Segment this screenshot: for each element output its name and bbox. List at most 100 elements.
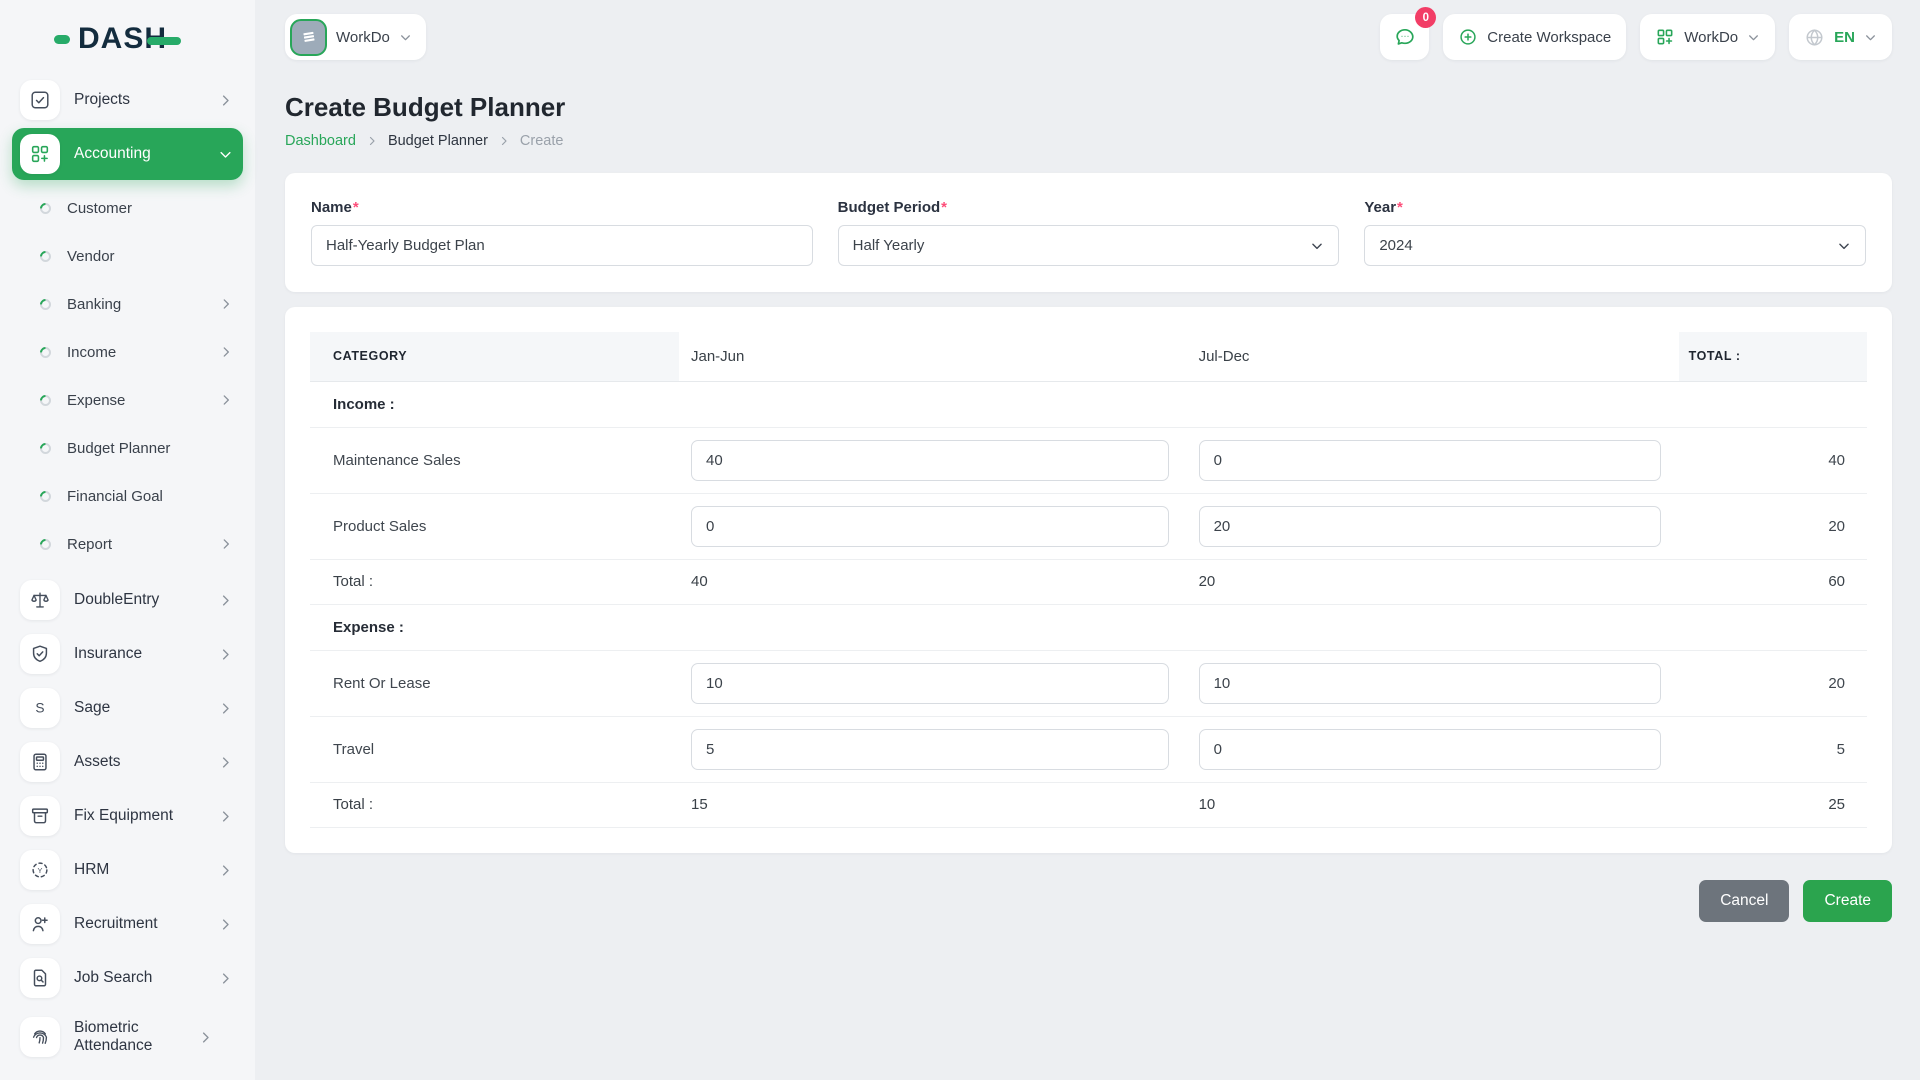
sidebar-item-label: Recruitment bbox=[74, 915, 204, 933]
sidebar-item-label: Assets bbox=[74, 753, 204, 771]
sidebar-item-report[interactable]: Report bbox=[10, 520, 245, 568]
logo-text: DASH bbox=[78, 24, 167, 54]
product-sales-jan-jun-input[interactable] bbox=[691, 506, 1169, 547]
sidebar-item-label: Banking bbox=[67, 296, 121, 313]
sidebar-item-insurance[interactable]: Insurance bbox=[12, 628, 243, 680]
create-workspace-button[interactable]: Create Workspace bbox=[1443, 14, 1626, 60]
globe-icon bbox=[1804, 27, 1825, 48]
budget-table: CATEGORY Jan-Jun Jul-Dec TOTAL : Income … bbox=[310, 332, 1867, 828]
bullet-icon bbox=[38, 392, 54, 408]
sidebar-item-sage[interactable]: S Sage bbox=[12, 682, 243, 734]
language-selector[interactable]: EN bbox=[1789, 14, 1892, 60]
sidebar-item-assets[interactable]: Assets bbox=[12, 736, 243, 788]
chevron-right-icon bbox=[219, 537, 233, 551]
income-total-overall: 60 bbox=[1679, 559, 1867, 604]
sidebar-item-financial-goal[interactable]: Financial Goal bbox=[10, 472, 245, 520]
chevron-right-icon bbox=[219, 393, 233, 407]
product-sales-jul-dec-input[interactable] bbox=[1199, 506, 1661, 547]
breadcrumb: Dashboard Budget Planner Create bbox=[285, 133, 1892, 149]
workspace-name: WorkDo bbox=[336, 29, 390, 46]
chevron-right-icon bbox=[218, 647, 233, 662]
rent-or-lease-jan-jun-input[interactable] bbox=[691, 663, 1169, 704]
sidebar-item-fix-equipment[interactable]: Fix Equipment bbox=[12, 790, 243, 842]
budget-form-card: Name* Budget Period* Half Yearly Year* 2… bbox=[285, 173, 1892, 292]
sidebar-item-hrm[interactable]: Y HRM bbox=[12, 844, 243, 896]
sidebar-item-vendor[interactable]: Vendor bbox=[10, 232, 245, 280]
svg-text:S: S bbox=[35, 701, 44, 716]
expense-total-row: Total : 15 10 25 bbox=[310, 782, 1867, 827]
apps-menu-button[interactable]: WorkDo bbox=[1640, 14, 1775, 60]
chevron-right-icon bbox=[218, 93, 233, 108]
row-category-label: Product Sales bbox=[310, 493, 679, 559]
sidebar-item-label: DoubleEntry bbox=[74, 591, 204, 609]
expense-total-overall: 25 bbox=[1679, 782, 1867, 827]
workspace-switcher[interactable]: WorkDo bbox=[285, 14, 426, 60]
circle-plus-icon bbox=[1458, 27, 1478, 47]
sidebar-item-label: Fix Equipment bbox=[74, 807, 204, 825]
checkbox-icon bbox=[20, 80, 60, 120]
bullet-icon bbox=[38, 440, 54, 456]
total-row-label: Total : bbox=[310, 782, 679, 827]
breadcrumb-dashboard[interactable]: Dashboard bbox=[285, 133, 356, 149]
sidebar-item-recruitment[interactable]: Recruitment bbox=[12, 898, 243, 950]
sidebar-item-job-search[interactable]: Job Search bbox=[12, 952, 243, 1004]
bullet-icon bbox=[38, 296, 54, 312]
row-total-value: 40 bbox=[1679, 427, 1867, 493]
cancel-button[interactable]: Cancel bbox=[1699, 880, 1789, 922]
column-header-total: TOTAL : bbox=[1679, 332, 1867, 381]
grid-plus-icon bbox=[1655, 27, 1675, 47]
rent-or-lease-jul-dec-input[interactable] bbox=[1199, 663, 1661, 704]
breadcrumb-budget-planner[interactable]: Budget Planner bbox=[388, 133, 488, 149]
chevron-down-icon bbox=[1310, 239, 1324, 253]
year-select[interactable]: 2024 bbox=[1364, 225, 1866, 266]
sidebar-item-expense[interactable]: Expense bbox=[10, 376, 245, 424]
travel-jul-dec-input[interactable] bbox=[1199, 729, 1661, 770]
budget-period-value: Half Yearly bbox=[853, 237, 925, 254]
sidebar-item-accounting[interactable]: Accounting bbox=[12, 128, 243, 180]
budget-period-select[interactable]: Half Yearly bbox=[838, 225, 1340, 266]
column-header-jul-dec: Jul-Dec bbox=[1187, 332, 1679, 381]
sidebar-item-banking[interactable]: Banking bbox=[10, 280, 245, 328]
grid-plus-icon bbox=[20, 134, 60, 174]
bullet-icon bbox=[38, 344, 54, 360]
chevron-right-icon bbox=[218, 971, 233, 986]
chat-bubble-icon bbox=[1393, 25, 1417, 49]
table-row: Rent Or Lease 20 bbox=[310, 650, 1867, 716]
chevron-down-icon bbox=[218, 147, 233, 162]
sidebar-item-label: Insurance bbox=[74, 645, 204, 663]
topbar-actions: 0 Create Workspace WorkDo bbox=[1380, 14, 1892, 60]
name-field-group: Name* bbox=[311, 199, 813, 266]
sidebar-item-label: Expense bbox=[67, 392, 125, 409]
maintenance-sales-jan-jun-input[interactable] bbox=[691, 440, 1169, 481]
sidebar-item-income[interactable]: Income bbox=[10, 328, 245, 376]
travel-jan-jun-input[interactable] bbox=[691, 729, 1169, 770]
section-heading-row: Income : bbox=[310, 381, 1867, 427]
sidebar-item-label: HRM bbox=[74, 861, 204, 879]
sidebar-item-projects[interactable]: Projects bbox=[12, 74, 243, 126]
chevron-right-icon bbox=[218, 917, 233, 932]
chevron-right-icon bbox=[218, 809, 233, 824]
sidebar-item-budget-planner[interactable]: Budget Planner bbox=[10, 424, 245, 472]
sidebar: DASH Projects Accounting Customer bbox=[0, 0, 255, 1080]
fingerprint-icon bbox=[20, 1017, 60, 1057]
chevron-right-icon bbox=[366, 135, 378, 147]
section-heading-expense: Expense : bbox=[310, 604, 1867, 650]
sidebar-item-doubleentry[interactable]: DoubleEntry bbox=[12, 574, 243, 626]
sidebar-item-label: Budget Planner bbox=[67, 440, 170, 457]
maintenance-sales-jul-dec-input[interactable] bbox=[1199, 440, 1661, 481]
row-category-label: Rent Or Lease bbox=[310, 650, 679, 716]
year-value: 2024 bbox=[1379, 237, 1412, 254]
app-logo[interactable]: DASH bbox=[10, 16, 245, 72]
name-label: Name* bbox=[311, 199, 813, 216]
messages-button[interactable]: 0 bbox=[1380, 14, 1429, 60]
sidebar-item-biometric-attendance[interactable]: Biometric Attendance bbox=[12, 1006, 243, 1068]
create-button[interactable]: Create bbox=[1803, 880, 1892, 922]
name-input[interactable] bbox=[311, 225, 813, 266]
sidebar-item-customer[interactable]: Customer bbox=[10, 184, 245, 232]
table-header-row: CATEGORY Jan-Jun Jul-Dec TOTAL : bbox=[310, 332, 1867, 381]
bullet-icon bbox=[38, 200, 54, 216]
letter-s-icon: S bbox=[20, 688, 60, 728]
row-category-label: Travel bbox=[310, 716, 679, 782]
chevron-right-icon bbox=[219, 297, 233, 311]
bullet-icon bbox=[38, 488, 54, 504]
